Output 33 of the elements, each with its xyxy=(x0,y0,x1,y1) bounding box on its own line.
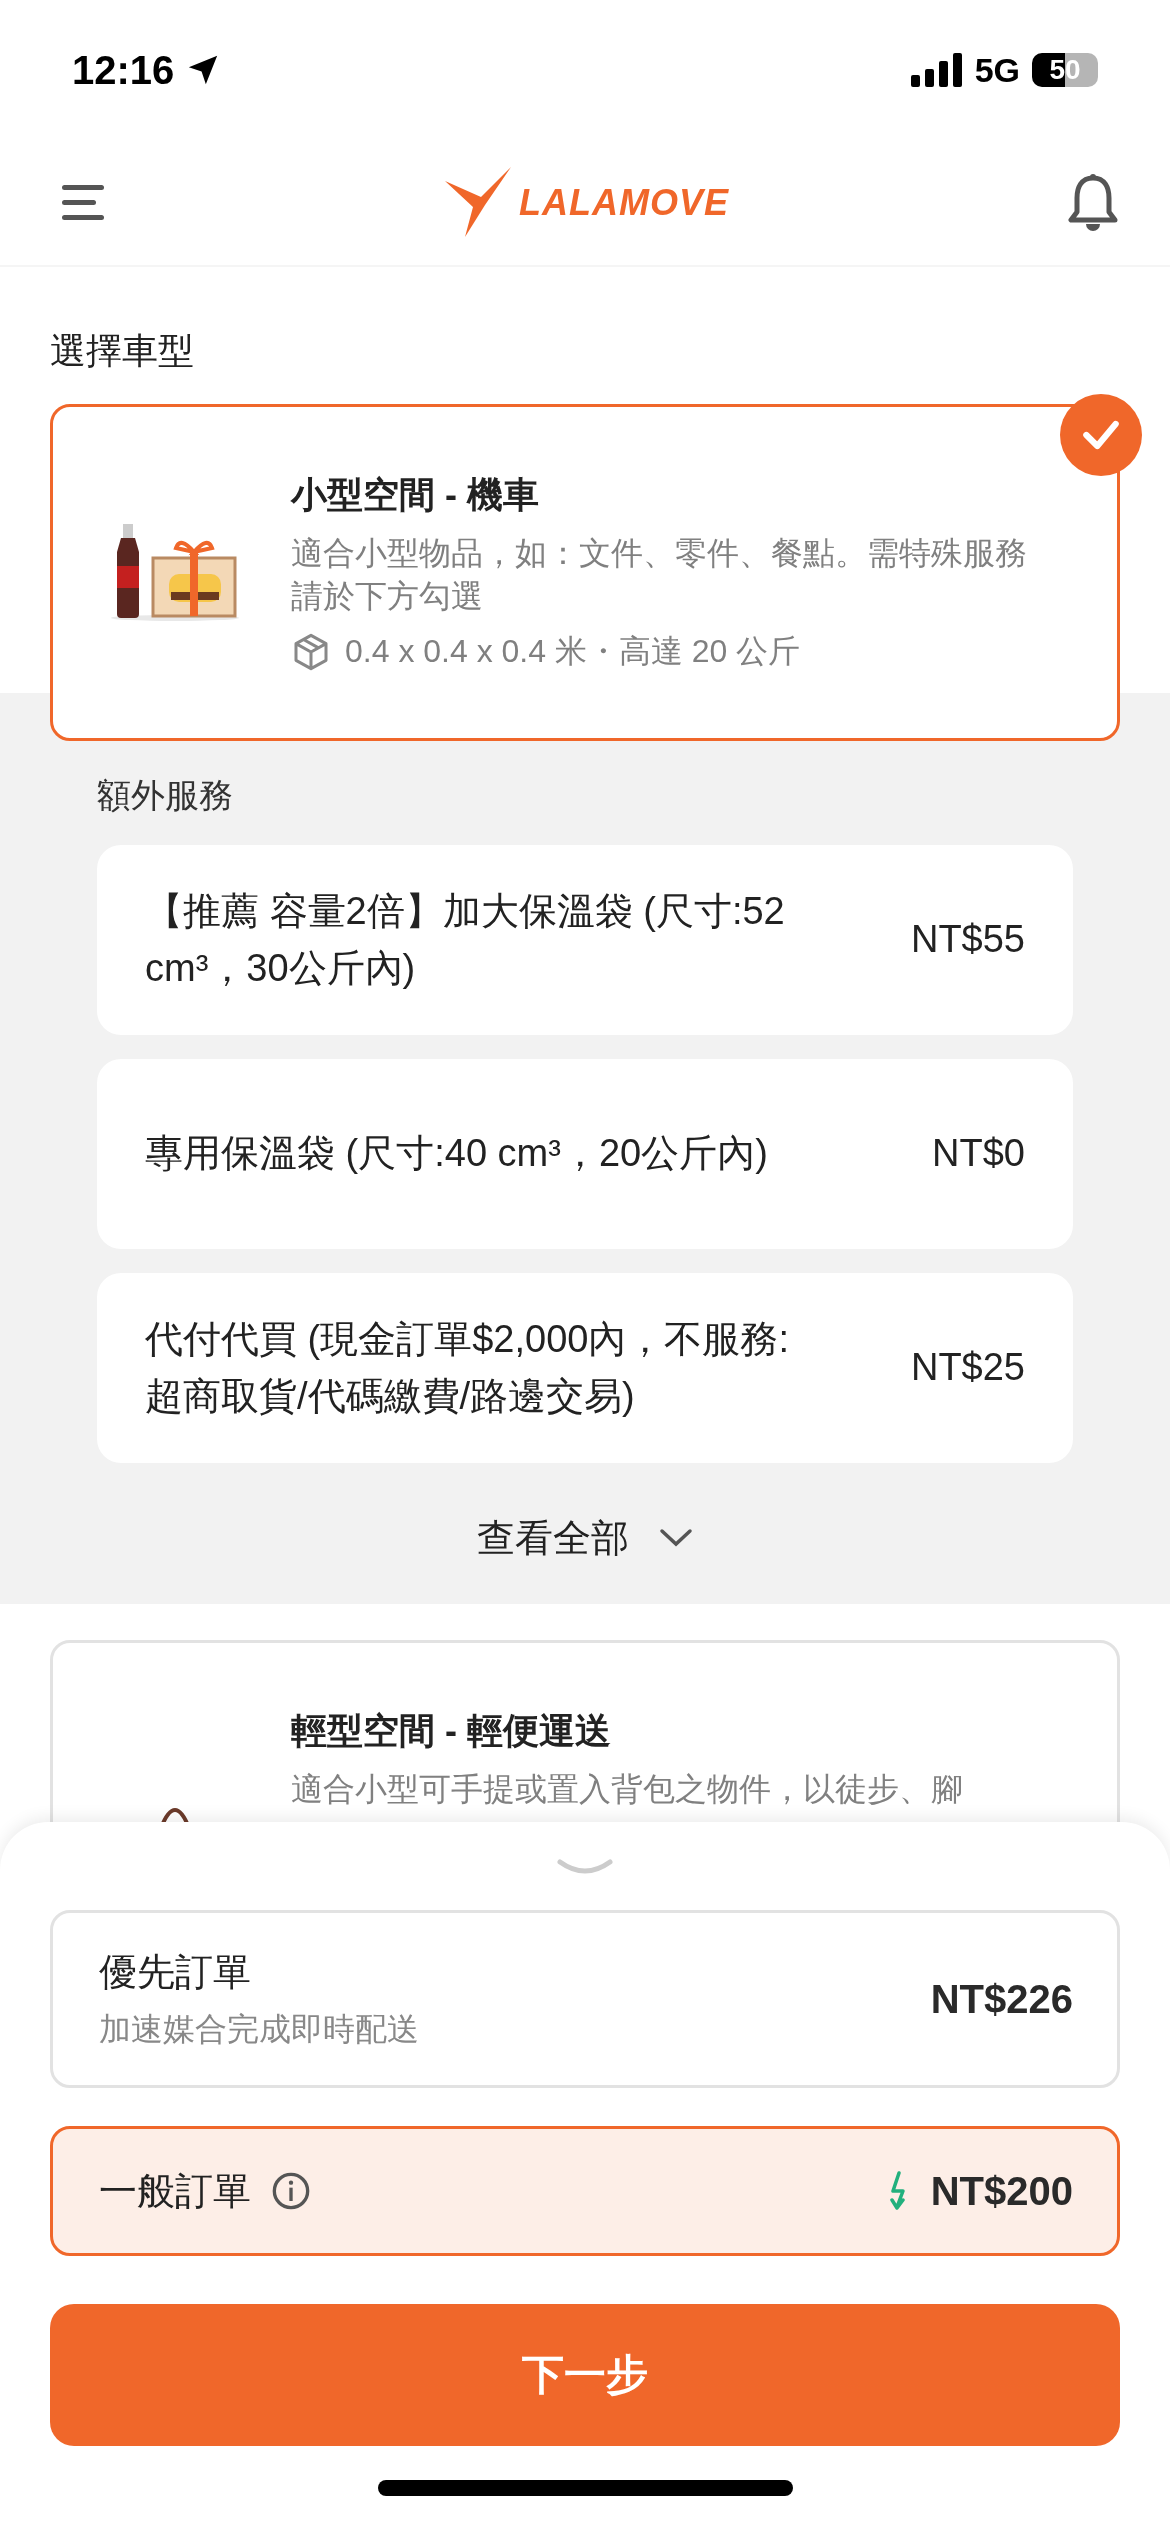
bell-icon[interactable] xyxy=(1068,173,1118,232)
service-card[interactable]: 專用保溫袋 (尺寸:40 cm³，20公斤內) NT$0 xyxy=(97,1058,1073,1249)
info-icon[interactable] xyxy=(271,2171,311,2211)
menu-icon[interactable] xyxy=(62,182,106,223)
option-price: NT$226 xyxy=(930,1976,1073,2022)
vehicle-card[interactable]: 小型空間 - 機車 適合小型物品，如：文件、零件、餐點。需特殊服務請於下方勾選 0.4 x 0.4 x 0.4 米・高達 20 公斤 xyxy=(50,404,1120,741)
services-title: 額外服務 xyxy=(97,774,234,816)
vehicle-title: 小型空間 - 機車 xyxy=(291,473,540,517)
service-name: 代付代買 (現金訂單$2,000內，不服務: 超商取貨/代碼繳費/路邊交易) xyxy=(145,1316,790,1419)
view-all-button[interactable]: 查看全部 xyxy=(477,1492,693,1604)
service-name: 專用保溫袋 (尺寸:40 cm³，20公斤內) xyxy=(145,1131,768,1177)
service-price: NT$0 xyxy=(932,1132,1025,1176)
option-subtitle: 加速媒合完成即時配送 xyxy=(99,2009,419,2049)
service-card[interactable]: 代付代買 (現金訂單$2,000內，不服務: 超商取貨/代碼繳費/路邊交易) NT$25 xyxy=(97,1272,1073,1463)
status-time: 12:16 xyxy=(72,47,175,93)
network-label: 5G xyxy=(974,50,1020,90)
order-option[interactable]: 一般訂單 NT$200 xyxy=(50,2126,1120,2256)
signal-icon xyxy=(910,53,963,87)
service-price: NT$55 xyxy=(910,918,1025,962)
option-title: 一般訂單 xyxy=(99,2168,251,2214)
vehicle-description: 適合小型物品，如：文件、零件、餐點。需特殊服務請於下方勾選 xyxy=(291,534,1028,617)
order-option[interactable]: 優先訂單 加速媒合完成即時配送 NT$226 xyxy=(50,1910,1120,2088)
option-price: NT$200 xyxy=(930,2168,1073,2214)
battery-indicator: 50 xyxy=(1032,53,1098,87)
vehicle-description: 適合小型可手提或置入背包之物件，以徒步、腳 xyxy=(291,1769,964,1809)
service-price: NT$25 xyxy=(910,1346,1025,1390)
logo-text: LALAMOVE xyxy=(519,181,729,224)
section-title: 選擇車型 xyxy=(49,329,195,373)
vehicle-size: 0.4 x 0.4 x 0.4 米・高達 20 公斤 xyxy=(345,632,801,672)
service-name: 【推薦 容量2倍】加大保溫袋 (尺寸:52 cm³，30公斤內) xyxy=(145,888,786,991)
service-card[interactable]: 【推薦 容量2倍】加大保溫袋 (尺寸:52 cm³，30公斤內) NT$55 xyxy=(97,844,1073,1035)
vehicle-title: 輕型空間 - 輕便運送 xyxy=(291,1708,612,1753)
chevron-down-icon xyxy=(659,1528,693,1549)
